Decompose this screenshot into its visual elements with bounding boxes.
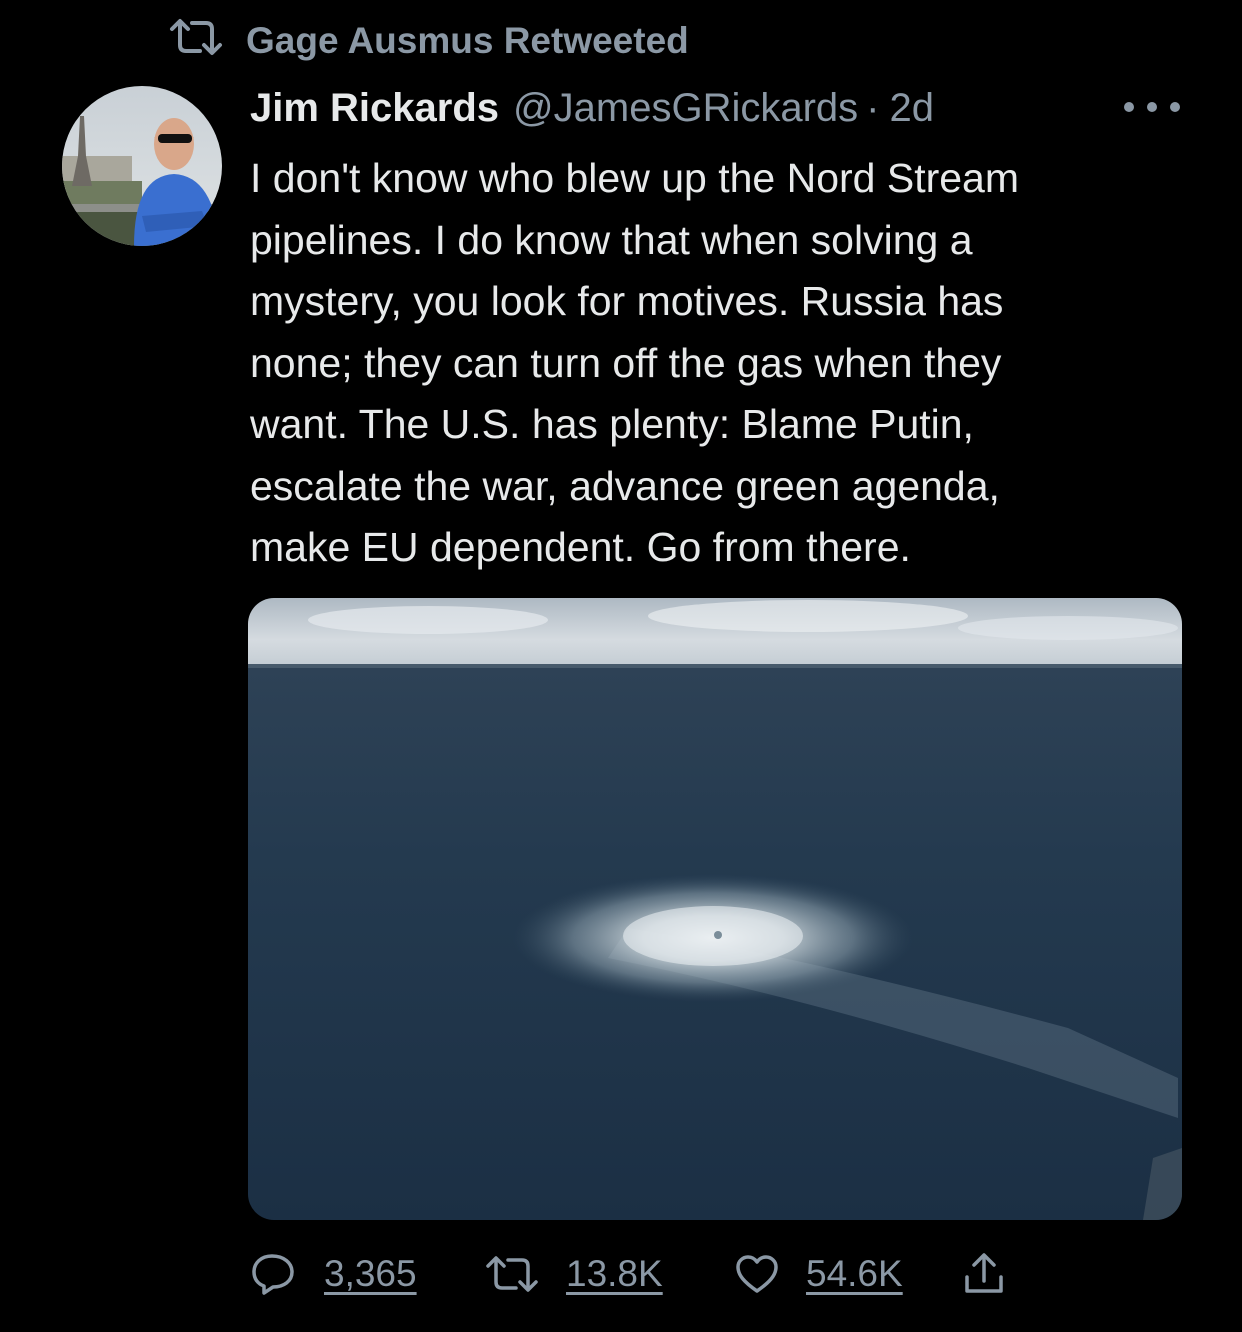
- reply-button[interactable]: 3,365: [250, 1244, 417, 1304]
- tweet-timestamp[interactable]: 2d: [889, 86, 934, 131]
- reply-count: 3,365: [324, 1253, 417, 1294]
- retweet-icon: [484, 1254, 540, 1294]
- tweet-text: I don't know who blew up the Nord Stream…: [250, 155, 1020, 570]
- tweet-header: Jim Rickards @JamesGRickards · 2d: [250, 82, 934, 134]
- tweet-actions: 3,365 13.8K 54.6K: [250, 1244, 1050, 1304]
- more-horizontal-icon[interactable]: [1124, 92, 1180, 122]
- retweeted-by-label: Gage Ausmus Retweeted: [246, 20, 689, 61]
- like-button[interactable]: 54.6K: [734, 1244, 903, 1304]
- share-icon: [962, 1251, 1006, 1297]
- retweet-icon: [168, 17, 224, 66]
- social-context[interactable]: Gage Ausmus Retweeted: [168, 18, 689, 64]
- heart-icon: [734, 1253, 780, 1295]
- separator-dot: ·: [866, 85, 880, 130]
- avatar[interactable]: [62, 86, 222, 246]
- share-button[interactable]: [962, 1244, 1006, 1304]
- author-handle[interactable]: @JamesGRickards: [513, 86, 858, 131]
- author-name[interactable]: Jim Rickards: [250, 86, 499, 131]
- like-count: 54.6K: [806, 1253, 903, 1294]
- retweet-button[interactable]: 13.8K: [484, 1244, 663, 1304]
- tweet-image[interactable]: [248, 598, 1182, 1220]
- retweet-count: 13.8K: [566, 1253, 663, 1294]
- reply-icon: [250, 1252, 296, 1296]
